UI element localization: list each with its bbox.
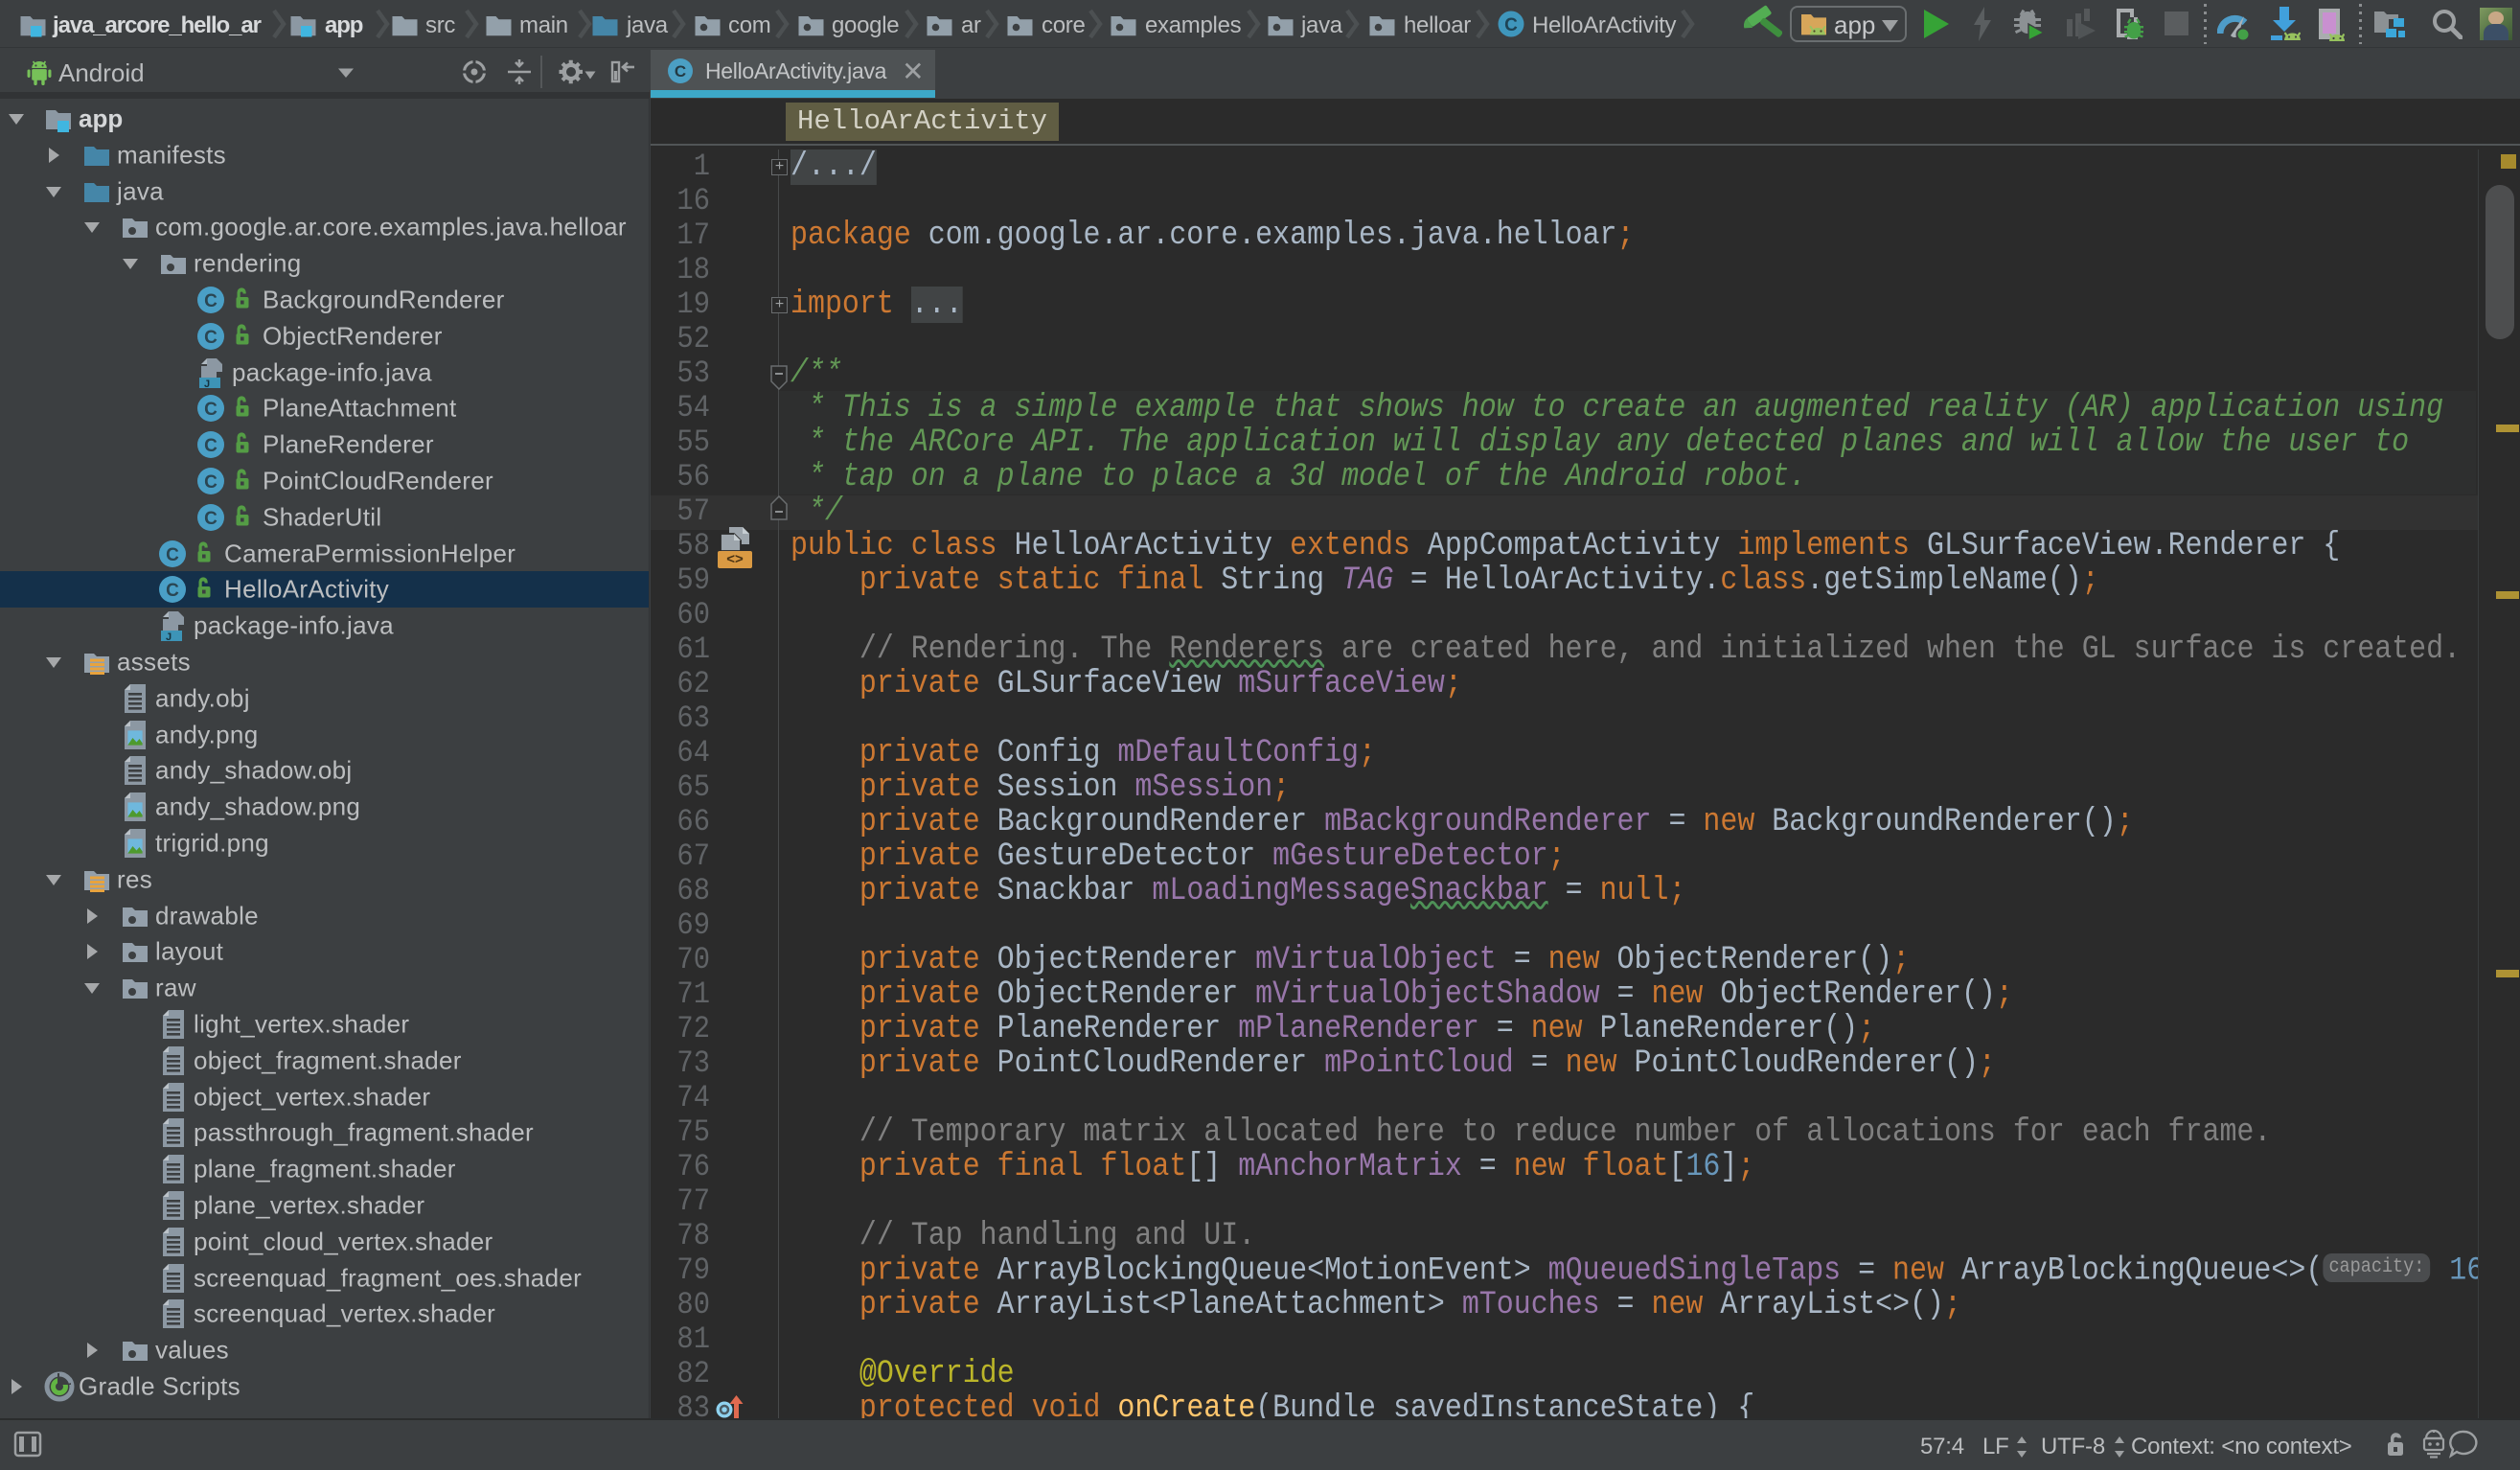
svg-text:C: C xyxy=(204,436,218,456)
svg-text:C: C xyxy=(204,291,218,311)
svg-text:C: C xyxy=(166,581,179,601)
svg-text:C: C xyxy=(675,62,686,80)
svg-text:C: C xyxy=(204,472,218,493)
svg-text:J: J xyxy=(166,632,172,642)
svg-text:C: C xyxy=(204,509,218,529)
svg-text:C: C xyxy=(1504,15,1518,35)
svg-text:C: C xyxy=(204,400,218,420)
svg-text:C: C xyxy=(166,545,179,565)
svg-text:J: J xyxy=(204,379,210,389)
svg-text:C: C xyxy=(204,328,218,348)
